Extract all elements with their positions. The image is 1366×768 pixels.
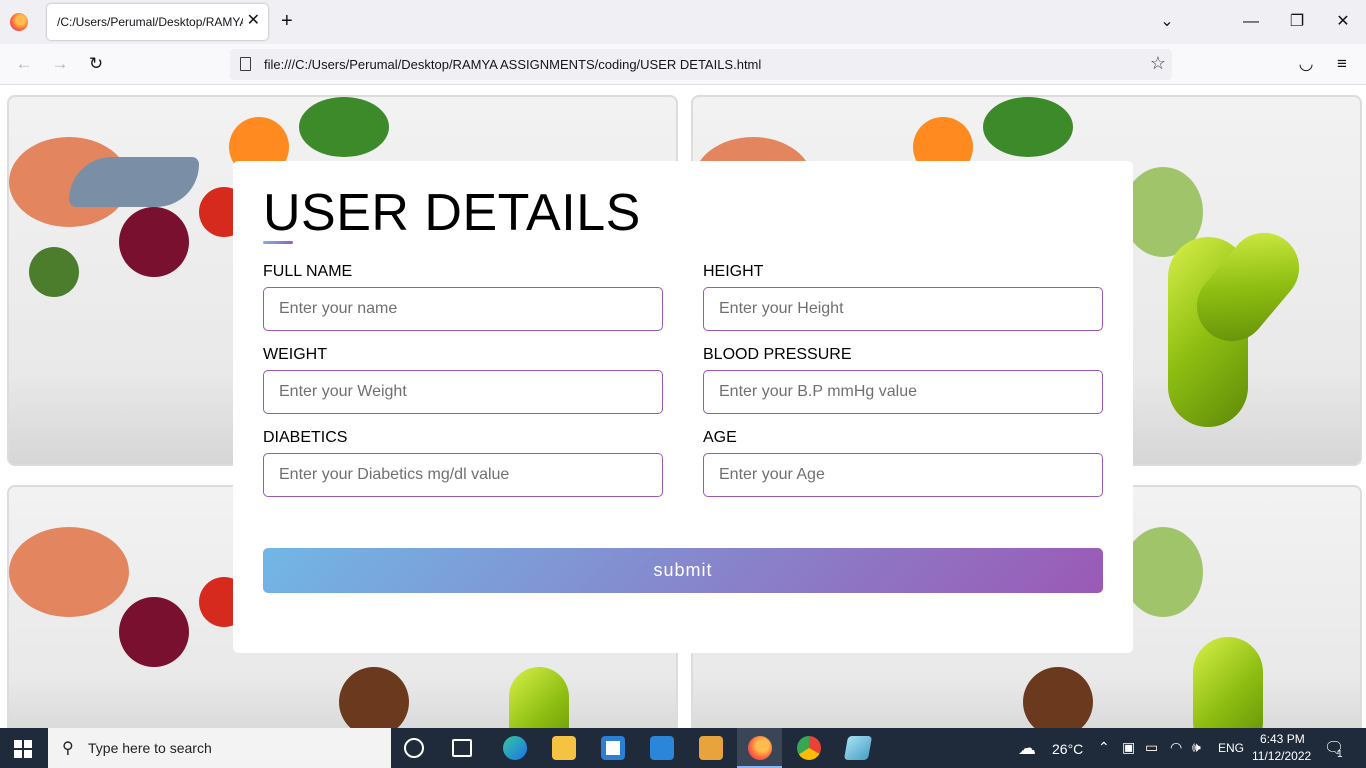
close-window-icon[interactable]: ✕ bbox=[1331, 10, 1355, 34]
url-text[interactable]: file:///C:/Users/Perumal/Desktop/RAMYA A… bbox=[264, 57, 761, 72]
height-label: HEIGHT bbox=[703, 263, 764, 280]
firefox-taskbar-icon[interactable] bbox=[748, 736, 772, 760]
weight-label: WEIGHT bbox=[263, 346, 327, 363]
new-tab-icon[interactable]: + bbox=[281, 10, 293, 32]
wifi-icon[interactable]: ◠ bbox=[1170, 739, 1182, 756]
taskbar-search-box[interactable]: ⚲ Type here to search bbox=[48, 728, 391, 768]
tab-list-chevron-icon[interactable]: ⌄ bbox=[1155, 10, 1179, 34]
close-tab-icon[interactable]: ✕ bbox=[247, 12, 260, 30]
height-field: HEIGHT bbox=[703, 263, 1103, 331]
age-input[interactable] bbox=[703, 453, 1103, 497]
age-label: AGE bbox=[703, 429, 737, 446]
diabetics-field: DIABETICS bbox=[263, 429, 663, 497]
reload-icon[interactable]: ↻ bbox=[84, 52, 108, 76]
age-field: AGE bbox=[703, 429, 1103, 497]
submit-button[interactable]: submit bbox=[263, 548, 1103, 593]
bookmark-star-icon[interactable]: ☆ bbox=[1150, 53, 1166, 74]
menu-icon[interactable]: ≡ bbox=[1330, 52, 1354, 76]
height-input[interactable] bbox=[703, 287, 1103, 331]
full-name-field: FULL NAME bbox=[263, 263, 663, 331]
weather-temp[interactable]: 26°C bbox=[1052, 741, 1083, 757]
battery-icon[interactable]: ▭ bbox=[1145, 739, 1158, 756]
clock-time[interactable]: 6:43 PM bbox=[1260, 732, 1305, 746]
pocket-icon[interactable]: ◡ bbox=[1294, 52, 1318, 76]
windows-taskbar: ⚲ Type here to search ☁ 26°C ⌃ ▣ ▭ ◠ 🕪 E… bbox=[0, 728, 1366, 768]
title-underline bbox=[263, 241, 293, 244]
page-icon bbox=[240, 57, 251, 71]
restore-icon[interactable]: ❐ bbox=[1285, 10, 1309, 34]
microsoft-store-icon[interactable] bbox=[601, 736, 625, 760]
weather-icon[interactable]: ☁ bbox=[1018, 738, 1036, 759]
minimize-icon[interactable]: — bbox=[1239, 10, 1263, 34]
full-name-input[interactable] bbox=[263, 287, 663, 331]
back-icon[interactable]: ← bbox=[12, 52, 36, 76]
diabetics-label: DIABETICS bbox=[263, 429, 348, 446]
diabetics-input[interactable] bbox=[263, 453, 663, 497]
media-player-icon[interactable] bbox=[699, 736, 723, 760]
full-name-label: FULL NAME bbox=[263, 263, 353, 280]
browser-nav-bar: ← → ↻ file:///C:/Users/Perumal/Desktop/R… bbox=[0, 44, 1366, 85]
blood-pressure-label: BLOOD PRESSURE bbox=[703, 346, 852, 363]
taskbar-search-placeholder: Type here to search bbox=[88, 740, 212, 756]
search-icon: ⚲ bbox=[62, 740, 74, 757]
page-content: USER DETAILS FULL NAME HEIGHT WEIGHT BLO… bbox=[0, 85, 1366, 728]
user-details-form: USER DETAILS FULL NAME HEIGHT WEIGHT BLO… bbox=[233, 161, 1133, 653]
edge-icon[interactable] bbox=[503, 736, 527, 760]
notification-count: 1 bbox=[1337, 749, 1343, 760]
language-indicator[interactable]: ENG bbox=[1218, 741, 1244, 755]
clock-date[interactable]: 11/12/2022 bbox=[1252, 749, 1311, 763]
form-title: USER DETAILS bbox=[263, 184, 641, 242]
tray-chevron-icon[interactable]: ⌃ bbox=[1098, 739, 1110, 756]
tab-title: /C:/Users/Perumal/Desktop/RAMYA bbox=[57, 15, 243, 29]
browser-tab-bar: /C:/Users/Perumal/Desktop/RAMYA ✕ + ⌄ — … bbox=[0, 0, 1366, 44]
volume-icon[interactable]: 🕪 bbox=[1192, 739, 1201, 756]
firefox-icon[interactable] bbox=[10, 13, 28, 31]
forward-icon[interactable]: → bbox=[48, 52, 72, 76]
file-explorer-icon[interactable] bbox=[552, 736, 576, 760]
url-bar[interactable]: file:///C:/Users/Perumal/Desktop/RAMYA A… bbox=[230, 49, 1172, 80]
chrome-icon[interactable] bbox=[797, 736, 821, 760]
app-icon[interactable] bbox=[843, 736, 873, 760]
weight-field: WEIGHT bbox=[263, 346, 663, 414]
mail-icon[interactable] bbox=[650, 736, 674, 760]
blood-pressure-input[interactable] bbox=[703, 370, 1103, 414]
weight-input[interactable] bbox=[263, 370, 663, 414]
cortana-icon[interactable] bbox=[404, 738, 424, 758]
blood-pressure-field: BLOOD PRESSURE bbox=[703, 346, 1103, 414]
tray-app-icon[interactable]: ▣ bbox=[1122, 739, 1135, 756]
browser-tab[interactable]: /C:/Users/Perumal/Desktop/RAMYA ✕ bbox=[47, 4, 268, 40]
windows-start-icon[interactable] bbox=[14, 740, 32, 758]
task-view-icon[interactable] bbox=[452, 739, 472, 757]
